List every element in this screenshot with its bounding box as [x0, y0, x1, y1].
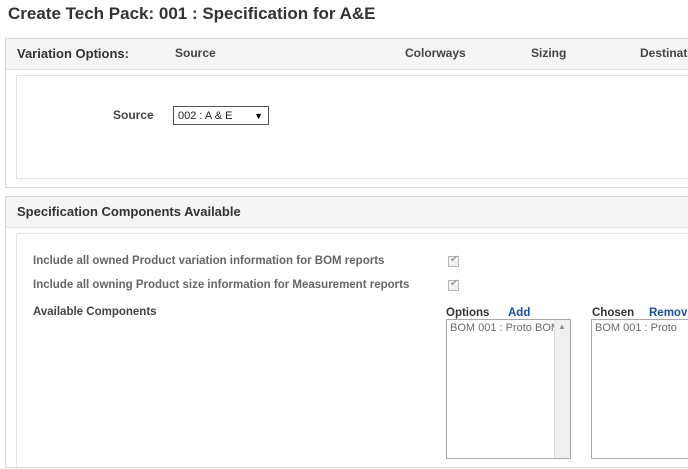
specification-components-header: Specification Components Available — [6, 197, 688, 228]
include-bom-checkbox[interactable] — [448, 254, 459, 267]
include-bom-label: Include all owned Product variation info… — [33, 255, 385, 267]
source-label: Source — [113, 108, 154, 122]
include-measurement-checkbox[interactable] — [448, 278, 459, 291]
options-listbox[interactable]: BOM 001 : Proto BOM ▲ — [446, 319, 571, 459]
source-select[interactable]: 002 : A & E ▼ — [173, 106, 269, 125]
variation-options-content — [16, 75, 688, 179]
source-select-value: 002 : A & E — [178, 110, 233, 122]
list-item[interactable]: BOM 001 : Proto BOM — [447, 320, 570, 336]
available-components-label: Available Components — [33, 306, 157, 318]
column-header-sizing: Sizing — [531, 46, 567, 60]
variation-options-header: Variation Options: — [6, 39, 688, 70]
scroll-up-arrow-icon[interactable]: ▲ — [558, 322, 566, 331]
chosen-listbox[interactable]: BOM 001 : Proto — [591, 319, 688, 459]
include-measurement-label: Include all owning Product size informat… — [33, 279, 410, 291]
column-header-colorways: Colorways — [405, 46, 466, 60]
options-label: Options — [446, 307, 490, 319]
caret-down-icon: ▼ — [254, 111, 263, 121]
column-header-source: Source — [175, 46, 216, 60]
specification-components-panel: Specification Components Available — [5, 196, 688, 469]
chosen-label: Chosen — [592, 307, 635, 319]
list-item[interactable]: BOM 001 : Proto — [592, 320, 688, 336]
options-scrollbar[interactable]: ▲ — [554, 320, 570, 458]
remove-button[interactable]: Remov — [649, 307, 687, 319]
add-button[interactable]: Add — [508, 307, 530, 319]
column-header-destination: Destinat — [640, 46, 688, 60]
variation-options-panel: Variation Options: — [5, 38, 688, 188]
page-title: Create Tech Pack: 001 : Specification fo… — [8, 4, 376, 23]
specification-components-content — [16, 233, 688, 469]
